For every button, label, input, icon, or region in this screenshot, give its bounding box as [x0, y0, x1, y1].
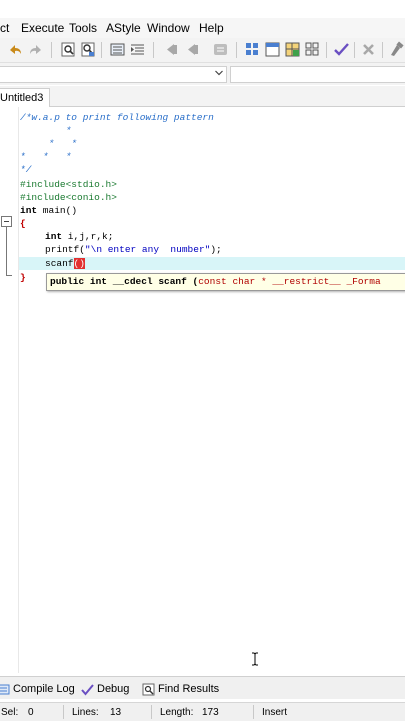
toolbar — [0, 38, 405, 63]
replace-icon[interactable] — [80, 41, 97, 58]
chevron-down-icon[interactable] — [214, 68, 224, 78]
status-length-value: 173 — [202, 707, 219, 718]
new-project-icon[interactable] — [284, 41, 301, 58]
title-area — [0, 0, 405, 18]
tab-debug-label: Debug — [97, 683, 130, 695]
status-length-label: Length: — [160, 707, 194, 718]
bookmark-prev-icon[interactable] — [163, 41, 180, 58]
status-sel-label: Sel: — [1, 707, 19, 718]
tab-find-results-label: Find Results — [158, 683, 220, 695]
keyword-int: int — [45, 231, 63, 242]
debug-check-icon — [81, 684, 94, 696]
find-results-icon — [142, 683, 155, 696]
new-class-icon[interactable] — [264, 41, 281, 58]
menu-window[interactable]: Window — [147, 21, 190, 35]
code-line-6: #include<stdio.h> — [20, 179, 117, 190]
toolbar-separator — [51, 42, 52, 58]
code-scanf: scanf — [45, 258, 74, 269]
menu-tools[interactable]: Tools — [69, 21, 97, 35]
menu-bar: ct Execute Tools AStyle Window Help — [0, 18, 405, 38]
editor-gutter — [0, 107, 19, 673]
status-insert-mode: Insert — [262, 707, 288, 718]
class-browser-combo[interactable] — [0, 66, 227, 83]
code-line-8: int main() — [20, 204, 77, 217]
toolbar-separator — [236, 42, 237, 58]
bookmark-toggle-icon[interactable] — [212, 41, 229, 58]
code-line-1: /*w.a.p to print following pattern — [20, 112, 214, 123]
code-line-7: #include<conio.h> — [20, 192, 117, 203]
status-separator — [63, 705, 64, 719]
code-string: "\n enter any number" — [84, 244, 211, 255]
debug-icon[interactable] — [388, 41, 405, 58]
toolbar-separator — [326, 42, 327, 58]
code-editor[interactable]: /*w.a.p to print following pattern * * *… — [0, 107, 405, 673]
code-vars: i,j,r,k; — [62, 231, 114, 242]
output-panel-tabs: Compile Log Debug Find Results — [0, 676, 405, 699]
bookmark-next-icon[interactable] — [183, 41, 200, 58]
code-printf: printf( — [45, 244, 85, 255]
hint-param: const char * __restrict__ _Forma — [198, 276, 381, 287]
menu-help[interactable]: Help — [199, 21, 224, 35]
toolbar-separator — [153, 42, 154, 58]
code-line-9: { — [20, 218, 26, 229]
grid-icon[interactable] — [244, 41, 261, 58]
fold-end — [6, 275, 12, 276]
fold-collapse-icon[interactable] — [1, 216, 12, 227]
check-icon[interactable] — [333, 41, 350, 58]
code-line-4: * * * — [20, 151, 72, 162]
code-line-10: int i,j,r,k; — [45, 230, 113, 243]
tab-debug[interactable]: Debug — [81, 681, 133, 697]
text-cursor-icon — [252, 652, 258, 666]
member-combo[interactable] — [230, 66, 405, 83]
status-sel-value: 0 — [28, 707, 34, 718]
unindent-icon[interactable] — [129, 41, 146, 58]
matched-paren: () — [73, 258, 85, 269]
code-printf-end: ); — [210, 244, 222, 255]
code-line-13: } — [20, 272, 26, 283]
status-lines-label: Lines: — [72, 707, 99, 718]
hint-signature: public int __cdecl scanf ( — [50, 276, 199, 287]
tab-find-results[interactable]: Find Results — [142, 681, 222, 697]
tab-compile-log[interactable]: Compile Log — [0, 681, 75, 697]
tab-compile-log-label: Compile Log — [13, 683, 75, 695]
code-line-12: scanf() — [45, 257, 85, 270]
status-separator — [253, 705, 254, 719]
undo-icon[interactable] — [7, 41, 24, 58]
tab-untitled3[interactable]: Untitled3 — [0, 88, 51, 107]
menu-project[interactable]: ct — [0, 21, 9, 35]
code-main: main() — [37, 205, 78, 216]
class-combobar — [0, 63, 405, 85]
toolbar-separator — [101, 42, 102, 58]
code-line-3: * * — [20, 138, 78, 149]
keyword-int: int — [20, 205, 38, 216]
find-icon[interactable] — [60, 41, 77, 58]
code-line-11: printf("\n enter any number"); — [45, 243, 222, 256]
code-line-2: * — [20, 125, 72, 136]
status-separator — [151, 705, 152, 719]
code-line-5: */ — [20, 164, 32, 175]
fold-line — [6, 227, 7, 276]
redo-icon[interactable] — [27, 41, 44, 58]
function-hint-tooltip: public int __cdecl scanf (const char * _… — [46, 273, 405, 291]
indent-icon[interactable] — [109, 41, 126, 58]
menu-astyle[interactable]: AStyle — [106, 21, 141, 35]
compile-log-icon — [0, 684, 10, 695]
toolbar-separator — [382, 42, 383, 58]
stop-icon[interactable] — [360, 41, 377, 58]
status-bar: Sel: 0 Lines: 13 Length: 173 Insert — [0, 702, 405, 721]
editor-tab-bar: Untitled3 — [0, 86, 405, 107]
status-lines-value: 13 — [110, 707, 122, 718]
toolbar-separator — [354, 42, 355, 58]
compile-icon[interactable] — [304, 41, 321, 58]
menu-execute[interactable]: Execute — [21, 21, 64, 35]
